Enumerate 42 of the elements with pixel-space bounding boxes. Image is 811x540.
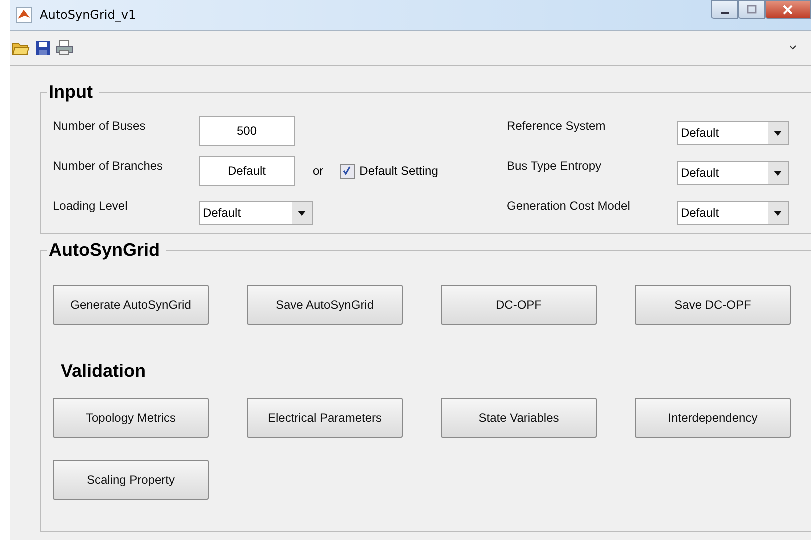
- check-icon: [342, 166, 352, 176]
- field-label: Reference System: [507, 118, 607, 133]
- checkbox-label: Default Setting: [360, 164, 438, 178]
- caret-icon: [774, 210, 782, 216]
- dropdown[interactable]: Default: [677, 201, 789, 225]
- close-button[interactable]: [765, 0, 811, 19]
- window-title: AutoSynGrid_v1: [40, 8, 136, 22]
- field-label: Number of Buses: [53, 118, 147, 133]
- action-button[interactable]: State Variables: [441, 398, 597, 438]
- action-button[interactable]: DC-OPF: [441, 285, 597, 325]
- input-field[interactable]: Default: [199, 156, 295, 186]
- app-icon: [16, 7, 32, 23]
- field-label: Bus Type Entropy: [507, 158, 602, 173]
- section-title: Validation: [61, 361, 148, 382]
- save-icon[interactable]: [35, 40, 51, 56]
- dropdown[interactable]: Default: [677, 121, 789, 145]
- input-field[interactable]: 500: [199, 116, 295, 146]
- caret-icon: [774, 130, 782, 136]
- field-label: Number of Branches: [53, 158, 164, 173]
- caret-icon: [774, 170, 782, 176]
- minimize-icon: [720, 12, 728, 14]
- minimize-button[interactable]: [711, 0, 738, 19]
- field-label: Generation Cost Model: [507, 198, 632, 213]
- dropdown[interactable]: Default: [199, 201, 313, 225]
- action-button[interactable]: Save DC-OPF: [635, 285, 791, 325]
- or-label: or: [313, 164, 324, 178]
- action-button[interactable]: Scaling Property: [53, 460, 209, 500]
- field-label: Loading Level: [53, 198, 129, 213]
- action-button[interactable]: Topology Metrics: [53, 398, 209, 438]
- close-icon: [782, 4, 794, 14]
- caret-icon: [298, 210, 306, 216]
- action-button[interactable]: Generate AutoSynGrid: [53, 285, 209, 325]
- overflow-icon[interactable]: [790, 45, 796, 51]
- action-button[interactable]: Interdependency: [635, 398, 791, 438]
- printer-icon[interactable]: [56, 40, 74, 56]
- maximize-icon: [746, 4, 758, 14]
- panel-title: Input: [48, 82, 94, 103]
- action-button[interactable]: Electrical Parameters: [247, 398, 403, 438]
- dropdown[interactable]: Default: [677, 161, 789, 185]
- panel-title: AutoSynGrid: [48, 240, 161, 261]
- checkbox[interactable]: [340, 164, 355, 178]
- action-button[interactable]: Save AutoSynGrid: [247, 285, 403, 325]
